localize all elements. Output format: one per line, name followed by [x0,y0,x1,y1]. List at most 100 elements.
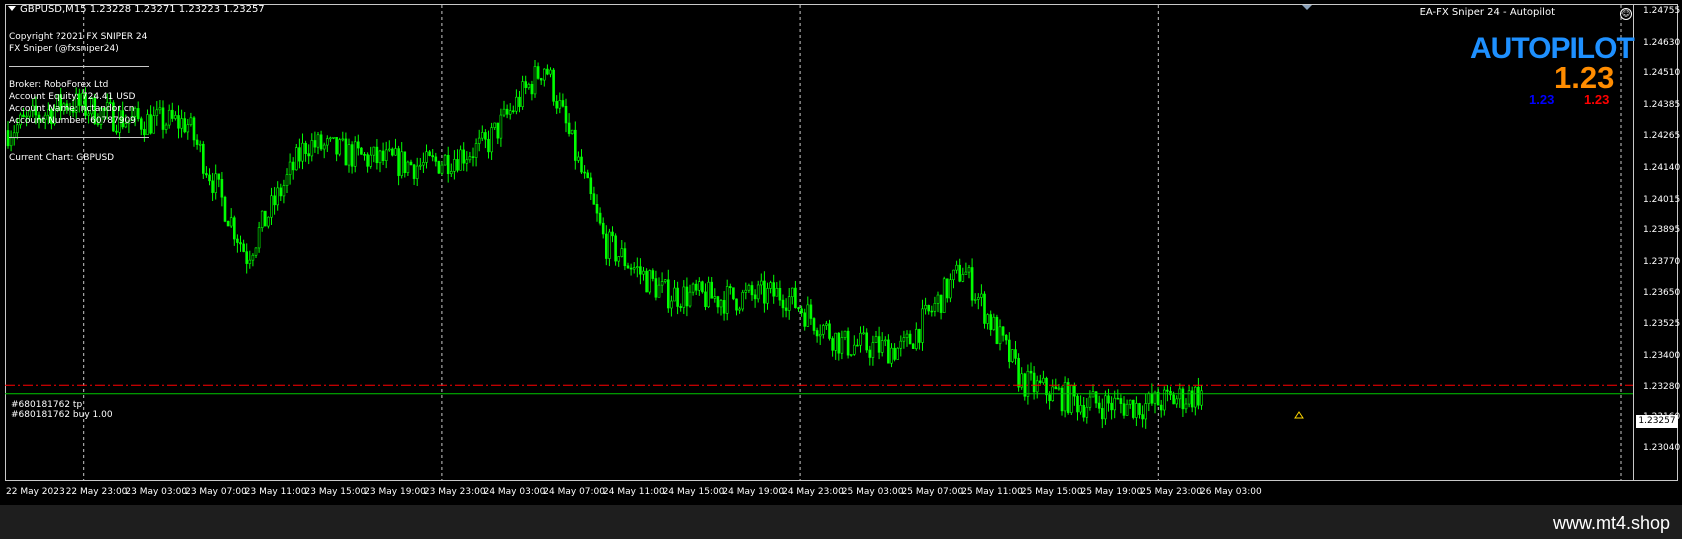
candle [539,77,543,85]
candle [704,283,707,311]
candle [707,276,710,309]
candle [245,243,248,274]
candle [558,92,562,114]
candle [260,210,264,232]
candle [198,140,202,153]
candle [387,140,391,152]
candle [961,267,965,283]
candle [1020,367,1024,390]
candle [542,68,546,87]
symbol-line: GBPUSD,M15 1.23228 1.23271 1.23223 1.232… [20,4,265,15]
candle [880,332,884,357]
candle [477,129,481,152]
candle [415,157,419,187]
candle [1110,396,1113,420]
candle [202,141,205,179]
candle [1166,384,1169,402]
candle [908,330,912,345]
watermark: www.mt4.shop [1552,513,1670,533]
candle [428,150,431,157]
candle [313,131,317,153]
candle [319,130,323,151]
candle [660,272,664,293]
candle [614,233,617,266]
candle [840,330,844,360]
price-tick-label: 1.23650 [1643,287,1681,298]
candle [911,342,915,349]
candle [375,139,379,170]
candle [564,98,568,133]
candle [933,296,937,317]
candle [766,282,769,310]
current-chart-text: Current Chart: GBPUSD [9,153,115,163]
chart-shift-marker[interactable] [1302,5,1312,10]
candle [812,317,816,335]
candle [453,150,456,180]
candle [381,142,385,166]
candle [400,142,404,179]
candle [242,239,245,253]
candle [927,304,931,315]
candle [487,130,490,159]
time-tick-label: 25 May 19:00 [1080,487,1143,497]
chart-window[interactable]: GBPUSD,M15 1.23228 1.23271 1.23223 1.232… [0,0,1682,505]
candle [1141,405,1144,428]
candle [666,269,670,313]
candle [1101,398,1104,429]
candle [632,262,636,274]
candle [763,271,766,313]
candle [1187,385,1191,408]
price-tick-label: 1.24510 [1643,68,1681,79]
price-tick-label: 1.23525 [1643,319,1681,330]
candle-series [6,59,1203,429]
candle [815,327,819,343]
candle [152,106,155,134]
candle [502,100,506,118]
candle [849,353,853,357]
candle [446,146,450,183]
candle [1060,385,1064,416]
candle [673,280,676,302]
candle [1190,386,1194,413]
candle [1039,374,1042,385]
candle [493,122,497,131]
candle [694,279,698,295]
time-tick-label: 23 May 11:00 [244,487,307,497]
candle [676,281,679,315]
smiley-icon[interactable]: ☺ [1620,8,1632,20]
candle [877,326,881,360]
candle [750,281,754,301]
candle [691,282,695,296]
candle [217,173,221,188]
candle [1014,340,1017,365]
candle [555,95,559,115]
candle [12,125,16,146]
candle [797,306,800,312]
current-price-box: 1.23257 [1636,415,1678,428]
candle [1144,393,1147,429]
candle [604,225,608,266]
copyright-text: Copyright ?2021 FX SNIPER 24 [9,32,148,42]
candle [298,138,301,169]
candle [725,279,729,321]
time-tick-label: 25 May 23:00 [1140,487,1203,497]
candle [722,291,726,321]
candle [366,152,369,173]
price-tick-label: 1.23400 [1643,351,1681,362]
price-tick-label: 1.24015 [1643,194,1681,205]
candle [1029,362,1033,381]
candle [484,129,487,149]
candle [1051,379,1054,402]
candle [257,221,261,253]
candle [893,343,896,362]
candle [353,136,357,173]
collapse-triangle-icon[interactable] [8,6,16,11]
price-chart[interactable] [0,0,1682,505]
candle [1035,375,1039,399]
candle [769,280,772,294]
candle [756,280,760,303]
candle [350,141,354,174]
candle [211,172,214,202]
candle [651,268,655,282]
candle [790,287,794,305]
